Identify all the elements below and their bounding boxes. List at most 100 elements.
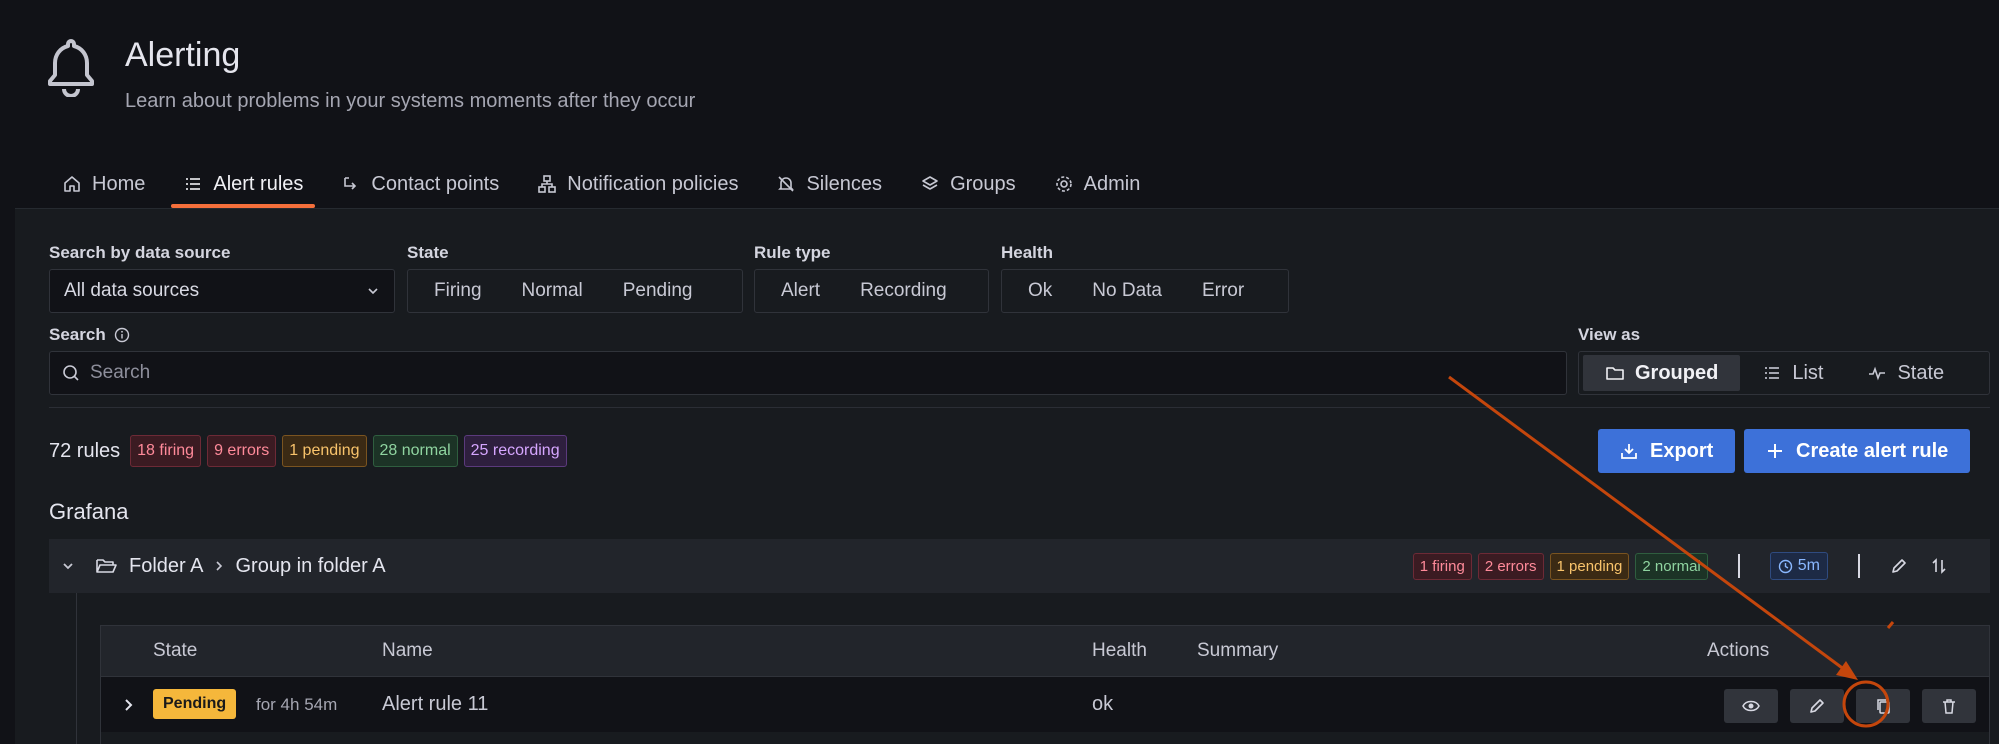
folder-group-row[interactable]: Folder A Group in folder A 1 firing 2 er… (49, 539, 1990, 593)
create-alert-rule-button[interactable]: Create alert rule (1744, 429, 1971, 473)
datasource-select[interactable]: All data sources (49, 269, 395, 313)
page-subtitle: Learn about problems in your systems mom… (125, 90, 696, 112)
viewas-grouped[interactable]: Grouped (1583, 355, 1741, 391)
viewas-label: View as (1578, 325, 1641, 344)
section-title: Grafana (49, 499, 129, 524)
tab-label: Notification policies (567, 172, 739, 195)
viewas-grouped-label: Grouped (1635, 361, 1719, 384)
state-duration: for 4h 54m (256, 695, 338, 714)
col-actions: Actions (1707, 640, 1770, 661)
viewas-toggle: Grouped List State (1578, 351, 1990, 395)
health-option-error[interactable]: Error (1182, 280, 1264, 302)
tab-label: Groups (950, 172, 1016, 195)
state-option-firing[interactable]: Firing (414, 280, 502, 302)
chevron-right-icon (216, 561, 223, 571)
tab-label: Alert rules (213, 172, 304, 195)
group-normal-badge: 2 normal (1635, 552, 1708, 580)
copy-button[interactable] (1856, 689, 1910, 723)
tree-line (76, 593, 77, 744)
viewas-state[interactable]: State (1845, 355, 1966, 391)
tab-contact-points[interactable]: Contact points (329, 164, 511, 204)
ruletype-option-recording[interactable]: Recording (840, 280, 967, 302)
cog-icon (1055, 176, 1072, 192)
home-icon (64, 176, 80, 192)
folder-open-icon (96, 559, 117, 573)
errors-badge: 9 errors (207, 435, 277, 467)
state-filter: Firing Normal Pending (407, 269, 743, 313)
health-option-ok[interactable]: Ok (1008, 280, 1072, 302)
separator (1737, 554, 1740, 578)
viewas-list-label: List (1792, 361, 1824, 384)
create-label: Create alert rule (1796, 439, 1949, 462)
table-header: State Name Health Summary Actions (101, 626, 1989, 676)
tab-home[interactable]: Home (50, 164, 157, 204)
col-summary: Summary (1197, 640, 1279, 661)
sitemap-icon (538, 175, 557, 193)
rule-name: Alert rule 11 (382, 693, 489, 715)
state-pill: Pending (153, 689, 237, 719)
table-row: Pending for 4h 54m Alert rule 11 ok (101, 676, 1989, 732)
chevron-down-icon[interactable] (61, 559, 75, 573)
export-button[interactable]: Export (1598, 429, 1736, 473)
download-icon (1621, 444, 1637, 459)
tab-admin[interactable]: Admin (1042, 164, 1153, 204)
divider (49, 407, 1990, 408)
rule-health: ok (1092, 693, 1114, 715)
pen-icon (1810, 699, 1824, 713)
interval-value: 5m (1797, 557, 1820, 574)
chevron-right-icon[interactable] (121, 698, 135, 712)
delete-button[interactable] (1922, 689, 1976, 723)
search-input[interactable]: Search (49, 351, 1567, 395)
ruletype-filter: Alert Recording (754, 269, 989, 313)
folder-name[interactable]: Folder A (129, 555, 203, 578)
copy-icon (1877, 699, 1890, 714)
rule-stats: 72 rules 18 firing 9 errors 1 pending 28… (49, 435, 567, 467)
search-label-wrap: Search (49, 325, 130, 345)
col-name: Name (382, 640, 433, 661)
plus-icon (1768, 444, 1782, 458)
tab-label: Home (92, 172, 146, 195)
separator (1858, 554, 1860, 578)
tab-silences[interactable]: Silences (764, 164, 894, 204)
datasource-label: Search by data source (49, 243, 231, 262)
rules-table: State Name Health Summary Actions Pendin… (100, 625, 1990, 744)
list-icon (186, 178, 201, 190)
clock-icon (1778, 559, 1792, 573)
view-button[interactable] (1724, 689, 1778, 723)
edit-button[interactable] (1790, 689, 1844, 723)
heartbeat-icon (1869, 366, 1886, 381)
health-option-nodata[interactable]: No Data (1072, 280, 1182, 302)
list-icon (1765, 367, 1780, 379)
tab-groups[interactable]: Groups (908, 164, 1028, 204)
tab-alert-rules[interactable]: Alert rules (171, 164, 316, 208)
viewas-list[interactable]: List (1740, 355, 1845, 391)
pen-icon[interactable] (1890, 557, 1908, 575)
state-option-pending[interactable]: Pending (603, 280, 713, 302)
search-icon (63, 365, 79, 381)
group-pending-badge: 1 pending (1549, 552, 1630, 580)
alert-rules-panel: Search by data source All data sources S… (15, 208, 1999, 744)
info-circle-icon[interactable] (114, 327, 130, 343)
layer-group-icon (922, 176, 938, 190)
state-label: State (407, 243, 449, 262)
sort-icon[interactable] (1930, 557, 1948, 575)
recording-badge: 25 recording (463, 435, 567, 467)
ruletype-option-alert[interactable]: Alert (761, 280, 840, 302)
state-option-normal[interactable]: Normal (502, 280, 603, 302)
tab-label: Silences (806, 172, 883, 195)
page-header: Alerting Learn about problems in your sy… (0, 0, 1999, 210)
chevron-down-icon (368, 288, 378, 295)
pending-badge: 1 pending (282, 435, 367, 467)
tab-notification-policies[interactable]: Notification policies (525, 164, 750, 204)
nav-tabs: Home Alert rules Contact points Notifica… (50, 164, 1166, 208)
group-badges: 1 firing 2 errors 1 pending 2 normal 5m (1412, 552, 1948, 580)
bell-icon (48, 39, 94, 97)
datasource-value: All data sources (64, 280, 200, 301)
col-state: State (153, 640, 198, 661)
export-label: Export (1650, 439, 1714, 462)
bell-slash-icon (778, 176, 795, 192)
tab-label: Contact points (371, 172, 500, 195)
folder-icon (1606, 367, 1624, 380)
viewas-state-label: State (1897, 361, 1945, 384)
search-placeholder: Search (90, 362, 151, 383)
